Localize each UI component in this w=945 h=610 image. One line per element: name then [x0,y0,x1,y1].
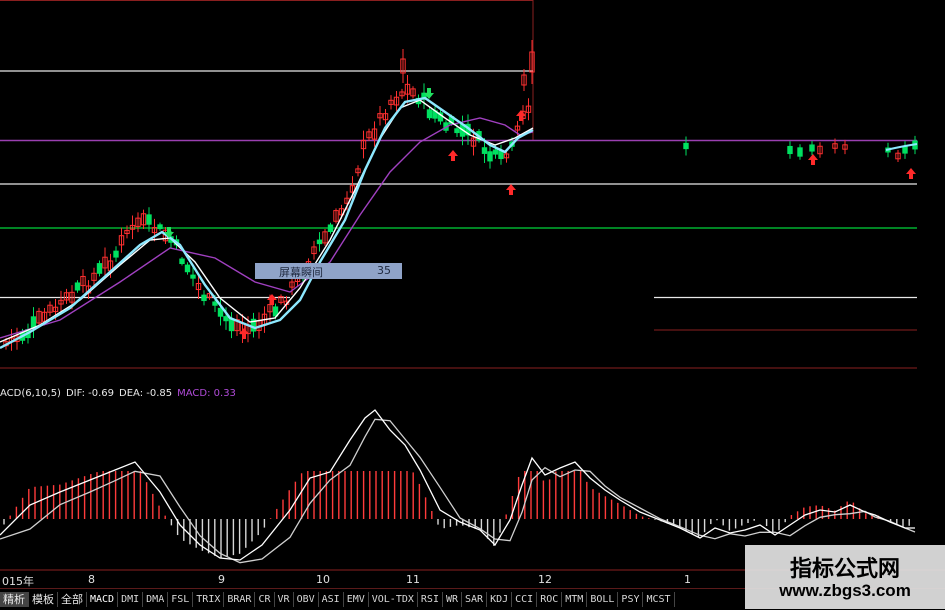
tab-boll[interactable]: BOLL [587,592,619,607]
tab-kdj[interactable]: KDJ [487,592,513,607]
watermark-url: www.zbgs3.com [779,581,911,600]
tab-analysis[interactable]: 精析 [0,592,29,607]
tab-trix[interactable]: TRIX [193,592,225,607]
tab-mtm[interactable]: MTM [562,592,588,607]
candle-body [184,264,191,273]
tab-psy[interactable]: PSY [618,592,644,607]
candle-body [454,128,460,134]
x-label-1: 1 [684,573,691,586]
candle-body [228,318,235,332]
macd-value: MACD: 0.33 [177,388,236,399]
dif-line [0,409,915,561]
tooltip-value: 35 [377,264,391,277]
candle-body [190,274,196,279]
candle-body [157,224,163,230]
x-label-8: 8 [88,573,95,586]
tab-rsi[interactable]: RSI [418,592,443,607]
x-label-9: 9 [218,573,225,586]
tab-roc[interactable]: ROC [537,592,563,607]
candle-body [327,224,334,232]
tab-cci[interactable]: CCI [512,592,538,607]
candle-body [487,151,493,162]
stock-chart [0,0,945,571]
watermark-title: 指标公式网 [789,557,900,582]
buy-arrow-icon [906,168,916,179]
buy-arrow-icon [448,150,458,161]
candle-body [74,282,81,291]
tab-cr[interactable]: CR [255,592,275,607]
ma-mid-line [0,99,534,343]
candle-body [498,150,504,160]
tab-vr[interactable]: VR [275,592,294,607]
buy-arrow-icon [267,294,277,305]
tab-macd[interactable]: MACD [87,592,119,607]
macd-dif: DIF: -0.69 [65,388,115,399]
tab-brar[interactable]: BRAR [224,592,256,607]
candle-body [426,109,433,119]
tab-template[interactable]: 模板 [29,592,58,607]
x-label-12: 12 [538,573,552,586]
candle-body [146,214,152,225]
candle-body [217,307,224,317]
candle-body [179,258,185,265]
buy-arrow-icon [506,184,516,195]
x-label-10: 10 [316,573,330,586]
macd-indicator-label: ACD(6,10,5) DIF: -0.69 DEA: -0.85 MACD: 0.3… [0,388,241,399]
x-label-year: 015年 [2,575,34,588]
candle-body [902,146,908,154]
candle-body [492,149,499,155]
candle-body [683,142,689,150]
tab-emv[interactable]: EMV [344,592,369,607]
watermark: 指标公式网 www.zbgs3.com [745,545,945,609]
tooltip-box: 屏幕瞬间 35 [255,263,402,279]
candle-body [223,316,229,322]
tab-mcst[interactable]: MCST [643,592,675,607]
candle-body [481,147,488,154]
tab-asi[interactable]: ASI [319,592,344,607]
candle-body [797,147,803,157]
buy-arrow-icon [808,154,818,165]
candle-body [96,263,103,274]
candle-body [201,294,207,302]
dea-line [0,418,916,564]
tooltip-label: 屏幕瞬间 [279,266,323,279]
tab-all[interactable]: 全部 [58,592,87,607]
candle-body [787,145,793,155]
tab-fsl[interactable]: FSL [168,592,194,607]
tab-wr[interactable]: WR [443,592,463,607]
tab-obv[interactable]: OBV [294,592,319,607]
tab-dmi[interactable]: DMI [118,592,144,607]
tab-dma[interactable]: DMA [143,592,169,607]
tab-sar[interactable]: SAR [462,592,488,607]
candle-body [809,144,815,152]
candle-body [212,301,218,306]
x-label-11: 11 [406,573,420,586]
macd-name: ACD(6,10,5) [0,388,61,399]
candle-body [316,239,323,245]
macd-dea: DEA: -0.85 [119,388,173,399]
candle-body [113,250,119,258]
tab-vol-tdx[interactable]: VOL-TDX [369,592,418,607]
ma-fast-line [0,96,534,350]
